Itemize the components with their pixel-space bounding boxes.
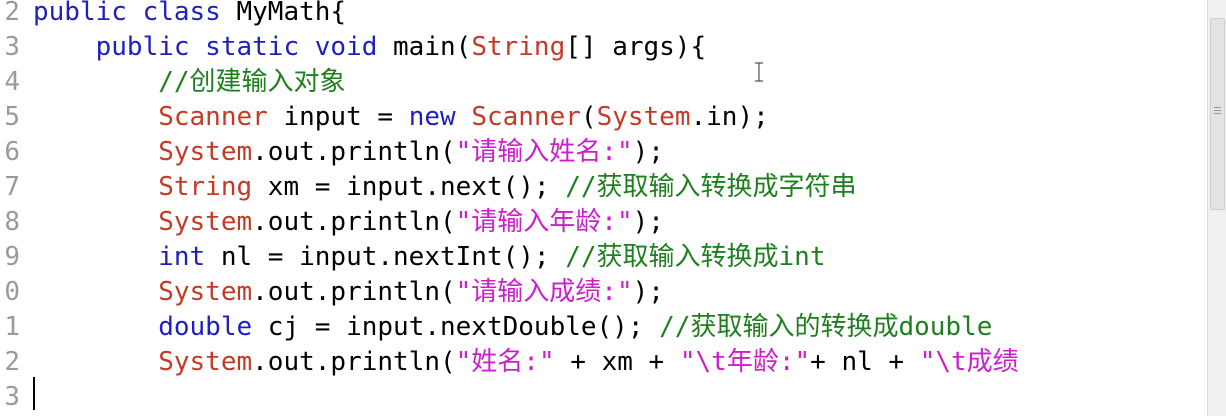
code-token: .out.println( bbox=[252, 347, 456, 377]
code-token: cj = input.nextDouble(); bbox=[252, 312, 660, 342]
line-number: 1 bbox=[4, 312, 20, 342]
code-token: [] args){ bbox=[565, 32, 707, 62]
code-token: ); bbox=[632, 137, 664, 167]
code-token: //获取输入的转换成double bbox=[659, 312, 993, 342]
code-token: "请输入年龄:" bbox=[455, 207, 633, 237]
line-number: 9 bbox=[4, 242, 20, 272]
code-text: System.out.println("请输入成绩:"); bbox=[33, 275, 664, 310]
code-token: "请输入姓名:" bbox=[455, 137, 633, 167]
code-token: String bbox=[33, 172, 253, 202]
code-token: int bbox=[33, 242, 206, 272]
code-token: nl = input.nextInt(); bbox=[205, 242, 566, 272]
text-caret bbox=[33, 377, 35, 410]
code-text: public class MyMath{ bbox=[33, 0, 346, 30]
code-token: + xm + bbox=[554, 347, 680, 377]
code-text: System.out.println("姓名:" + xm + "\t年龄:"+… bbox=[33, 345, 1019, 380]
line-number: 2 bbox=[4, 347, 20, 377]
code-token: main( bbox=[393, 32, 472, 62]
code-token: //创建输入对象 bbox=[33, 67, 346, 97]
code-token: MyMath{ bbox=[236, 0, 347, 27]
code-token: "姓名:" bbox=[455, 347, 555, 377]
line-number: 3 bbox=[4, 382, 20, 412]
line-number: 5 bbox=[4, 102, 20, 132]
code-token: ); bbox=[632, 207, 664, 237]
line-number: 7 bbox=[4, 172, 20, 202]
code-token: xm = input.next(); bbox=[252, 172, 566, 202]
scrollbar-thumb[interactable] bbox=[1210, 18, 1225, 210]
code-token: new bbox=[408, 102, 472, 132]
code-text: System.out.println("请输入姓名:"); bbox=[33, 135, 664, 170]
code-token: public static void bbox=[33, 32, 394, 62]
code-token: .out.println( bbox=[252, 277, 456, 307]
code-token: .out.println( bbox=[252, 207, 456, 237]
code-area[interactable]: 2 public class MyMath{ 3 public static voi… bbox=[0, 0, 1208, 416]
line-number: 6 bbox=[4, 137, 20, 167]
code-token: System bbox=[33, 277, 253, 307]
code-text: double cj = input.nextDouble(); //获取输入的转… bbox=[33, 310, 992, 345]
code-text: System.out.println("请输入年龄:"); bbox=[33, 205, 664, 240]
code-token: ( bbox=[580, 102, 597, 132]
code-token: Scanner bbox=[471, 102, 581, 132]
line-number: 0 bbox=[4, 277, 20, 307]
code-token: System bbox=[596, 102, 691, 132]
line-number: 8 bbox=[4, 207, 20, 237]
code-token: //获取输入转换成int bbox=[565, 242, 826, 272]
line-number: 4 bbox=[4, 67, 20, 97]
vertical-scrollbar[interactable] bbox=[1207, 0, 1226, 416]
code-text: String xm = input.next(); //获取输入转换成字符串 bbox=[33, 170, 857, 205]
code-token: String bbox=[471, 32, 566, 62]
code-text: int nl = input.nextInt(); //获取输入转换成int bbox=[33, 240, 826, 275]
code-token: Scanner bbox=[33, 102, 268, 132]
code-token: public class bbox=[33, 0, 237, 27]
code-token: double bbox=[33, 312, 253, 342]
code-token: input = bbox=[267, 102, 409, 132]
code-editor[interactable]: 2 public class MyMath{ 3 public static voi… bbox=[0, 0, 1226, 416]
code-token: + nl + bbox=[810, 347, 920, 377]
code-text: //创建输入对象 bbox=[33, 65, 346, 100]
code-token: "\t成绩 bbox=[919, 347, 1019, 377]
code-token: .out.println( bbox=[252, 137, 456, 167]
code-text: Scanner input = new Scanner(System.in); bbox=[33, 100, 769, 135]
code-token: System bbox=[33, 207, 253, 237]
code-token: "\t年龄:" bbox=[679, 347, 811, 377]
ibeam-cursor-icon bbox=[755, 62, 763, 82]
code-token: ); bbox=[632, 277, 664, 307]
code-token: "请输入成绩:" bbox=[455, 277, 633, 307]
line-number: 3 bbox=[4, 32, 20, 62]
code-text: public static void main(String[] args){ bbox=[33, 30, 707, 65]
code-token: System bbox=[33, 137, 253, 167]
code-token: //获取输入转换成字符串 bbox=[565, 172, 857, 202]
line-number: 2 bbox=[4, 0, 20, 27]
code-token: .in); bbox=[690, 102, 769, 132]
code-token: System bbox=[33, 347, 253, 377]
